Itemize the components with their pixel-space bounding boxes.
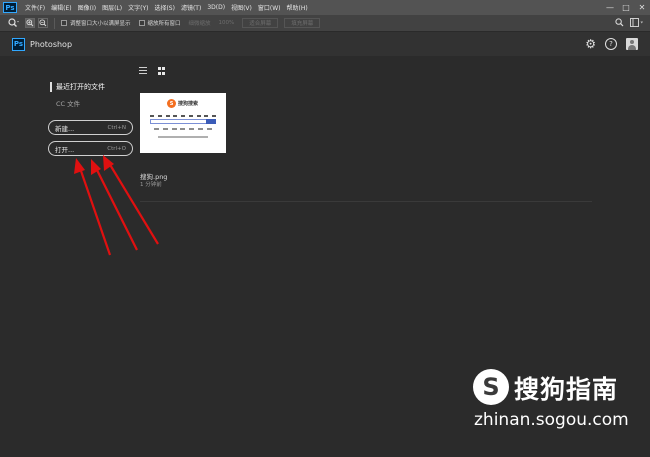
- photoshop-app-icon: Ps: [12, 37, 25, 51]
- new-button-label: 新建...: [55, 124, 75, 133]
- thumbnail-logo-text: 搜狗搜索: [178, 101, 199, 107]
- list-view-icon[interactable]: [139, 67, 147, 75]
- watermark-logo-glyph: S: [482, 373, 500, 401]
- scrubby-zoom-option: 细微缩放: [188, 21, 211, 27]
- resize-windows-checkbox[interactable]: 调整窗口大小以满屏显示: [61, 19, 131, 27]
- menu-filter[interactable]: 滤镜(T): [178, 3, 204, 12]
- menu-3d[interactable]: 3D(D): [204, 4, 228, 11]
- zoom-in-button[interactable]: [25, 18, 35, 28]
- thumbnail-footer-row: [158, 136, 208, 138]
- photoshop-logo-icon[interactable]: Ps: [3, 2, 17, 13]
- minimize-button[interactable]: —: [602, 0, 618, 15]
- fit-screen-button: 适合屏幕: [242, 18, 279, 28]
- new-button[interactable]: 新建... Ctrl+N: [48, 120, 133, 135]
- annotation-arrow: [103, 155, 159, 245]
- app-header: Ps Photoshop ⚙ ?: [0, 32, 650, 56]
- menu-layer[interactable]: 图层(L): [99, 3, 125, 12]
- avatar[interactable]: [626, 38, 638, 50]
- workspace-switcher-icon[interactable]: [630, 17, 644, 29]
- menu-bar: Ps 文件(F) 编辑(E) 图像(I) 图层(L) 文字(Y) 选择(S) 滤…: [0, 0, 650, 15]
- menu-view[interactable]: 视图(V): [228, 3, 255, 12]
- menu-edit[interactable]: 编辑(E): [48, 3, 74, 12]
- zoom-all-windows-label: 缩放所有窗口: [147, 21, 181, 27]
- zoom-out-button[interactable]: [38, 18, 48, 28]
- menu-file[interactable]: 文件(F): [22, 3, 48, 12]
- recent-file-thumbnail[interactable]: S 搜狗搜索: [140, 93, 226, 153]
- sogou-watermark-logo-icon: S: [473, 369, 509, 405]
- maximize-button[interactable]: □: [618, 0, 634, 15]
- toolbar-divider: [54, 17, 55, 29]
- menu-help[interactable]: 帮助(H): [284, 3, 311, 12]
- watermark-brand: 搜狗指南: [514, 375, 619, 404]
- zoom-tool-icon[interactable]: [6, 17, 22, 29]
- annotation-arrow: [91, 159, 138, 251]
- recent-file-time: 1 分钟前: [140, 182, 162, 188]
- open-button[interactable]: 打开... Ctrl+O: [48, 141, 133, 156]
- help-icon[interactable]: ?: [605, 38, 617, 50]
- options-bar: 调整窗口大小以满屏显示 缩放所有窗口 细微缩放 100% 适合屏幕 填充屏幕: [0, 15, 650, 32]
- open-shortcut: Ctrl+O: [107, 145, 126, 152]
- grid-view-icon[interactable]: [158, 67, 166, 75]
- thumbnail-search-box: [150, 119, 216, 124]
- checkbox-box[interactable]: [138, 20, 145, 26]
- window-controls: — □ ✕: [602, 0, 650, 15]
- content-divider: [140, 201, 592, 202]
- menu-select[interactable]: 选择(S): [151, 3, 178, 12]
- thumbnail-sub-row: [154, 128, 212, 130]
- menu-type[interactable]: 文字(Y): [125, 3, 151, 12]
- close-button[interactable]: ✕: [634, 0, 650, 15]
- recent-files-heading[interactable]: 最近打开的文件: [50, 82, 105, 92]
- menu-window[interactable]: 窗口(W): [255, 3, 284, 12]
- app-name: Photoshop: [30, 39, 73, 49]
- zoom-all-windows-checkbox[interactable]: 缩放所有窗口: [138, 19, 181, 27]
- cc-files-link[interactable]: CC 文件: [56, 98, 80, 108]
- open-button-label: 打开...: [55, 145, 75, 154]
- fill-screen-button: 填充屏幕: [284, 18, 321, 28]
- new-shortcut: Ctrl+N: [107, 124, 126, 131]
- sogou-logo-icon: S: [167, 99, 176, 108]
- gear-icon[interactable]: ⚙: [585, 38, 596, 50]
- checkbox-box[interactable]: [61, 20, 67, 26]
- watermark-url: zhinan.sogou.com: [474, 410, 629, 430]
- menu-image[interactable]: 图像(I): [75, 3, 99, 12]
- resize-windows-label: 调整窗口大小以满屏显示: [70, 21, 131, 27]
- thumbnail-logo: S 搜狗搜索: [167, 99, 198, 108]
- thumbnail-nav-row: [150, 115, 216, 117]
- annotation-arrow: [74, 158, 112, 256]
- search-icon[interactable]: [615, 17, 624, 29]
- zoom-percent-button: 100%: [218, 20, 235, 26]
